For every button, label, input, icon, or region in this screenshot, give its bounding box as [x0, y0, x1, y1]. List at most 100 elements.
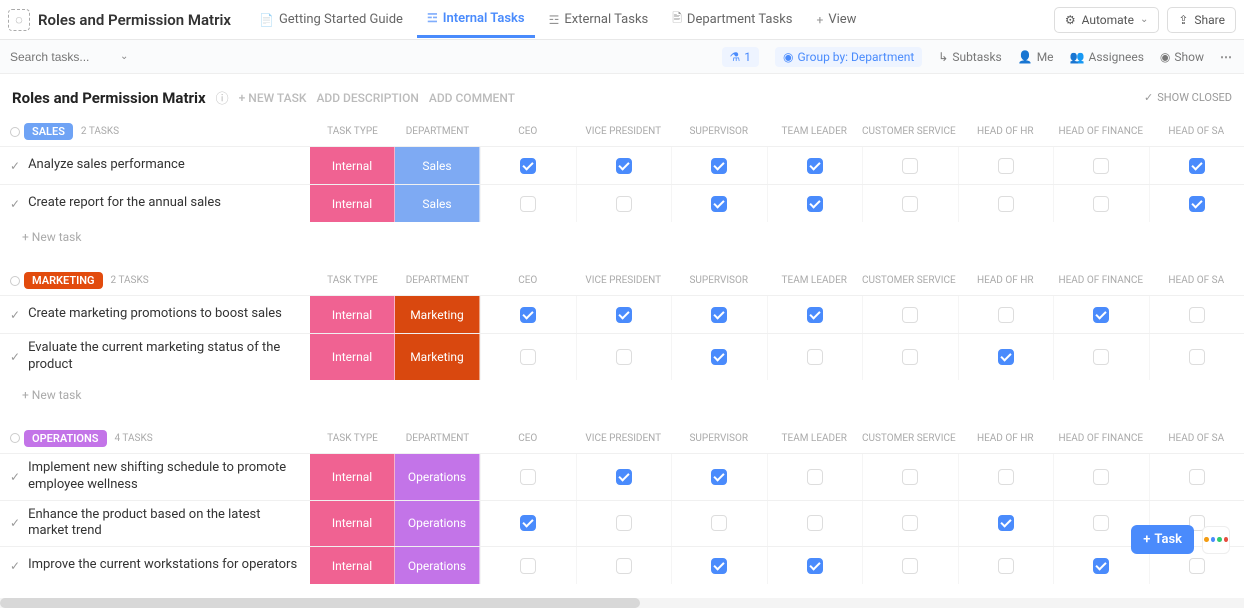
- role-checkbox-cell[interactable]: [767, 501, 863, 547]
- role-checkbox-cell[interactable]: [862, 501, 958, 547]
- task-name-cell[interactable]: ✓ Enhance the product based on the lates…: [0, 501, 310, 547]
- checkbox[interactable]: [1189, 349, 1205, 365]
- search-input[interactable]: [10, 50, 120, 64]
- task-name-cell[interactable]: ✓ Evaluate the current marketing status …: [0, 334, 310, 380]
- role-checkbox-cell[interactable]: [767, 185, 863, 222]
- task-type-tag[interactable]: Internal: [310, 454, 395, 500]
- checkbox[interactable]: [1189, 307, 1205, 323]
- tab-department-tasks[interactable]: 🖹Department Tasks: [662, 0, 802, 39]
- role-checkbox-cell[interactable]: [958, 454, 1054, 500]
- checkbox[interactable]: [616, 469, 632, 485]
- filter-count-pill[interactable]: ⚗︎ 1: [722, 47, 760, 67]
- role-checkbox-cell[interactable]: [480, 185, 576, 222]
- checkbox[interactable]: [711, 515, 727, 531]
- role-checkbox-cell[interactable]: [480, 501, 576, 547]
- checkbox[interactable]: [807, 196, 823, 212]
- checkbox[interactable]: [1093, 158, 1109, 174]
- tab-internal-tasks[interactable]: ☲Internal Tasks: [417, 2, 535, 38]
- apps-fab[interactable]: [1202, 526, 1230, 554]
- role-checkbox-cell[interactable]: [480, 454, 576, 500]
- check-icon[interactable]: ✓: [10, 516, 20, 530]
- role-checkbox-cell[interactable]: [767, 454, 863, 500]
- check-icon[interactable]: ✓: [10, 470, 20, 484]
- checkbox[interactable]: [998, 307, 1014, 323]
- checkbox[interactable]: [616, 515, 632, 531]
- subtasks-toggle[interactable]: ↳ Subtasks: [938, 50, 1001, 64]
- checkbox[interactable]: [998, 196, 1014, 212]
- checkbox[interactable]: [807, 158, 823, 174]
- add-comment-button[interactable]: ADD COMMENT: [429, 91, 515, 105]
- department-tag[interactable]: Operations: [395, 454, 480, 500]
- checkbox[interactable]: [998, 515, 1014, 531]
- role-checkbox-cell[interactable]: [671, 296, 767, 333]
- collapse-icon[interactable]: [10, 127, 20, 137]
- task-row[interactable]: ✓ Enhance the product based on the lates…: [0, 500, 1244, 547]
- checkbox[interactable]: [807, 515, 823, 531]
- role-checkbox-cell[interactable]: [958, 185, 1054, 222]
- tab-external-tasks[interactable]: ☲External Tasks: [539, 3, 659, 36]
- checkbox[interactable]: [807, 349, 823, 365]
- show-closed-toggle[interactable]: ✓ SHOW CLOSED: [1144, 91, 1232, 104]
- checkbox[interactable]: [1189, 469, 1205, 485]
- role-checkbox-cell[interactable]: [958, 147, 1054, 184]
- checkbox[interactable]: [1093, 349, 1109, 365]
- role-checkbox-cell[interactable]: [1149, 185, 1244, 222]
- checkbox[interactable]: [998, 349, 1014, 365]
- show-toggle[interactable]: ◉ Show: [1160, 50, 1204, 64]
- search-input-wrap[interactable]: ⌄: [10, 50, 160, 64]
- checkbox[interactable]: [711, 349, 727, 365]
- task-name-cell[interactable]: ✓ Implement new shifting schedule to pro…: [0, 454, 310, 500]
- checkbox[interactable]: [807, 469, 823, 485]
- add-description-button[interactable]: ADD DESCRIPTION: [316, 91, 418, 105]
- role-checkbox-cell[interactable]: [862, 147, 958, 184]
- checkbox[interactable]: [616, 307, 632, 323]
- role-checkbox-cell[interactable]: [671, 147, 767, 184]
- me-filter[interactable]: 👤 Me: [1018, 50, 1054, 64]
- checkbox[interactable]: [616, 349, 632, 365]
- check-icon[interactable]: ✓: [10, 197, 20, 211]
- task-type-tag[interactable]: Internal: [310, 296, 395, 333]
- new-task-inline[interactable]: + New task: [0, 380, 1244, 410]
- checkbox[interactable]: [902, 515, 918, 531]
- role-checkbox-cell[interactable]: [767, 334, 863, 380]
- task-type-tag[interactable]: Internal: [310, 501, 395, 547]
- scrollbar-thumb[interactable]: [0, 598, 640, 608]
- role-checkbox-cell[interactable]: [576, 147, 672, 184]
- check-icon[interactable]: ✓: [10, 159, 20, 173]
- role-checkbox-cell[interactable]: [1149, 454, 1244, 500]
- app-icon[interactable]: ◌: [8, 9, 30, 31]
- role-checkbox-cell[interactable]: [862, 185, 958, 222]
- chevron-down-icon[interactable]: ⌄: [120, 51, 128, 62]
- checkbox[interactable]: [902, 196, 918, 212]
- task-type-tag[interactable]: Internal: [310, 147, 395, 184]
- task-type-tag[interactable]: Internal: [310, 334, 395, 380]
- checkbox[interactable]: [711, 469, 727, 485]
- role-checkbox-cell[interactable]: [958, 334, 1054, 380]
- checkbox[interactable]: [902, 158, 918, 174]
- role-checkbox-cell[interactable]: [576, 501, 672, 547]
- department-tag[interactable]: Operations: [395, 501, 480, 547]
- checkbox[interactable]: [520, 158, 536, 174]
- checkbox[interactable]: [520, 196, 536, 212]
- role-checkbox-cell[interactable]: [480, 296, 576, 333]
- checkbox[interactable]: [711, 196, 727, 212]
- role-checkbox-cell[interactable]: [671, 501, 767, 547]
- role-checkbox-cell[interactable]: [767, 296, 863, 333]
- group-badge[interactable]: Marketing: [24, 272, 103, 289]
- checkbox[interactable]: [902, 307, 918, 323]
- role-checkbox-cell[interactable]: [576, 185, 672, 222]
- checkbox[interactable]: [1189, 158, 1205, 174]
- collapse-icon[interactable]: [10, 433, 20, 443]
- check-icon[interactable]: ✓: [10, 308, 20, 322]
- task-type-tag[interactable]: Internal: [310, 185, 395, 222]
- checkbox[interactable]: [1093, 515, 1109, 531]
- checkbox[interactable]: [1189, 196, 1205, 212]
- checkbox[interactable]: [520, 349, 536, 365]
- checkbox[interactable]: [1093, 307, 1109, 323]
- role-checkbox-cell[interactable]: [862, 454, 958, 500]
- checkbox[interactable]: [520, 515, 536, 531]
- checkbox[interactable]: [902, 469, 918, 485]
- tab-view[interactable]: +View: [807, 3, 867, 36]
- checkbox[interactable]: [616, 158, 632, 174]
- role-checkbox-cell[interactable]: [671, 334, 767, 380]
